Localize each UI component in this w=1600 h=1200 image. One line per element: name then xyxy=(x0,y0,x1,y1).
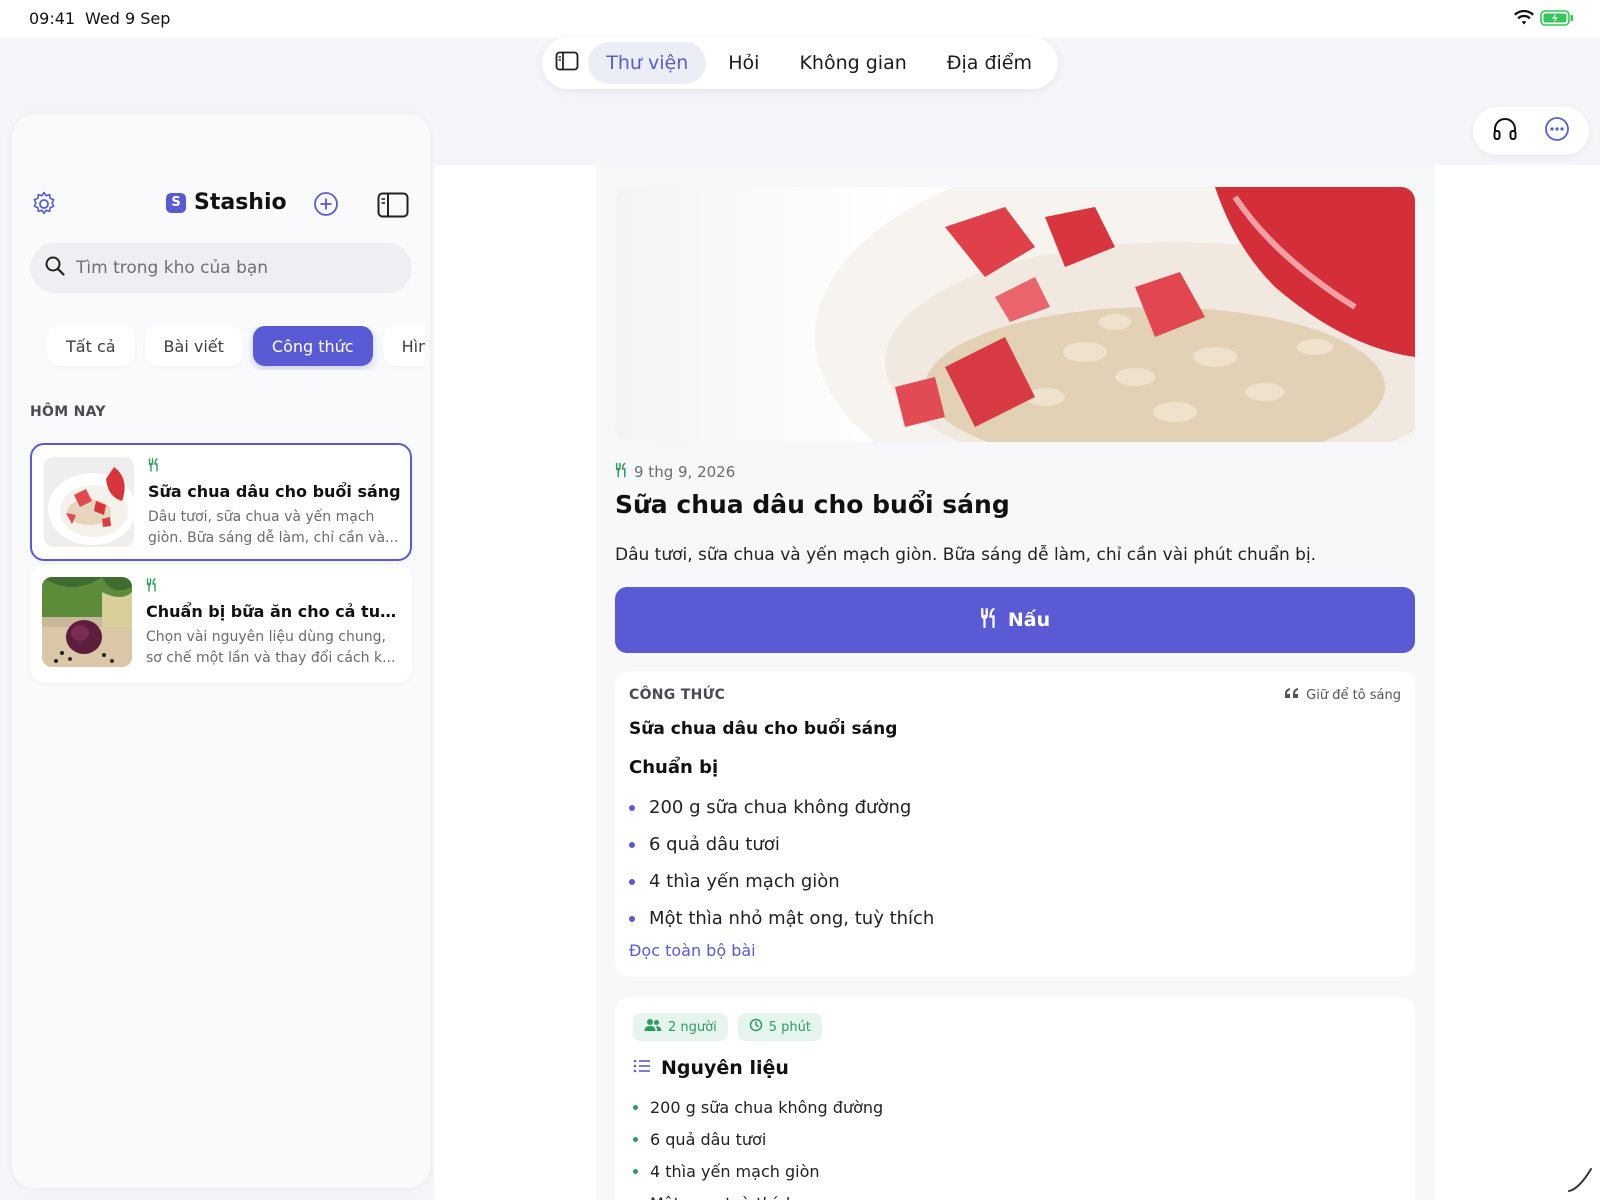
sidebar-icon xyxy=(377,192,409,218)
highlight-hint: Giữ để tô sáng xyxy=(1284,687,1401,703)
recipe-thumbnail xyxy=(44,457,134,547)
status-indicators xyxy=(1514,9,1574,30)
sidebar-toggle-button[interactable] xyxy=(550,43,584,83)
cook-button-label: Nấu xyxy=(1007,609,1051,631)
tab-ask[interactable]: Hỏi xyxy=(710,42,777,84)
utensils-icon xyxy=(146,577,158,596)
people-icon xyxy=(644,1018,662,1036)
add-button[interactable] xyxy=(312,190,340,222)
list-item: 200 g sữa chua không đường xyxy=(633,1091,883,1123)
battery-icon xyxy=(1540,10,1574,30)
filter-chips: Tất cả Bài viết Công thức Hình xyxy=(47,326,425,370)
plus-circle-icon xyxy=(314,192,338,216)
highlight-hint-text: Giữ để tô sáng xyxy=(1306,687,1401,703)
recipe-section-label: CÔNG THỨC xyxy=(629,687,726,703)
filter-images[interactable]: Hình xyxy=(382,326,425,366)
list-item-title: Sữa chua dâu cho buổi sáng xyxy=(148,482,401,501)
time-text: 5 phút xyxy=(768,1019,811,1035)
settings-button[interactable] xyxy=(30,190,58,222)
search-icon xyxy=(44,255,66,281)
servings-badge: 2 người xyxy=(633,1013,728,1041)
list-item-title: Chuẩn bị bữa ăn cho cả tuần xyxy=(146,602,402,621)
brand-logo-icon: S xyxy=(166,192,186,213)
utensils-icon xyxy=(148,457,160,476)
headphones-icon[interactable] xyxy=(1492,116,1518,146)
quote-icon xyxy=(1284,687,1300,703)
recipe-card: CÔNG THỨC Giữ để tô sáng Sữa chua dâu ch… xyxy=(615,671,1415,977)
list-item: 6 quả dâu tươi xyxy=(633,1123,883,1155)
top-navigation: Thư viện Hỏi Không gian Địa điểm xyxy=(542,37,1058,89)
ingredients-heading-text: Nguyên liệu xyxy=(661,1057,789,1079)
wifi-icon xyxy=(1514,9,1534,30)
recipe-title: Sữa chua dâu cho buổi sáng xyxy=(629,719,898,739)
recipe-meta: 9 thg 9, 2026 xyxy=(615,462,735,482)
section-label-today: HÔM NAY xyxy=(30,404,106,420)
collapse-sidebar-button[interactable] xyxy=(377,192,409,222)
list-item-description: Dâu tươi, sữa chua và yến mạch giòn. Bữa… xyxy=(148,509,399,546)
ingredients-card: 2 người 5 phút Nguyên liệu 200 g sữa chu… xyxy=(615,997,1415,1200)
hero-image xyxy=(615,187,1415,442)
ingredients-list: 200 g sữa chua không đường 6 quả dâu tươ… xyxy=(633,1091,883,1200)
list-item-text: Sữa chua dâu cho buổi sáng Dâu tươi, sữa… xyxy=(148,457,404,549)
sidebar-icon xyxy=(555,51,579,75)
preparation-list: 200 g sữa chua không đường 6 quả dâu tươ… xyxy=(629,789,934,937)
recipe-description: Dâu tươi, sữa chua và yến mạch giòn. Bữa… xyxy=(615,545,1317,565)
status-time: 09:41 xyxy=(29,9,76,28)
timer-icon xyxy=(749,1018,763,1036)
recipe-subheading: Chuẩn bị xyxy=(629,757,719,778)
servings-text: 2 người xyxy=(668,1019,717,1035)
cook-button[interactable]: Nấu xyxy=(615,587,1415,653)
brand-name: Stashio xyxy=(194,190,287,215)
list-item-text: Chuẩn bị bữa ăn cho cả tuần Chọn vài ngu… xyxy=(146,577,402,669)
list-item[interactable]: Sữa chua dâu cho buổi sáng Dâu tươi, sữa… xyxy=(30,443,412,561)
read-full-link[interactable]: Đọc toàn bộ bài xyxy=(629,941,756,960)
utensils-icon xyxy=(980,606,998,635)
gear-icon xyxy=(33,191,55,215)
list-item: 200 g sữa chua không đường xyxy=(629,789,934,826)
search-input[interactable] xyxy=(76,258,376,278)
filter-articles[interactable]: Bài viết xyxy=(144,326,243,366)
list-item: Một thìa nhỏ mật ong, tuỳ thích xyxy=(629,900,934,937)
status-bar: 09:41 Wed 9 Sep xyxy=(0,0,1600,38)
pencil-indicator-icon xyxy=(1565,1165,1595,1199)
more-icon[interactable] xyxy=(1544,116,1570,146)
time-badge: 5 phút xyxy=(737,1013,822,1041)
recipe-thumbnail xyxy=(42,577,132,667)
recipe-badges: 2 người 5 phút xyxy=(633,1013,822,1041)
brand: S Stashio xyxy=(166,190,287,215)
ingredients-heading: Nguyên liệu xyxy=(633,1057,789,1079)
filter-recipes[interactable]: Công thức xyxy=(252,326,373,366)
tab-spaces[interactable]: Không gian xyxy=(781,42,924,84)
recipe-date: 9 thg 9, 2026 xyxy=(634,463,736,481)
list-item-description: Chọn vài nguyên liệu dùng chung, sơ chế … xyxy=(146,629,396,666)
list-item: 6 quả dâu tươi xyxy=(629,826,934,863)
sidebar: S Stashio Tất cả Bài viết Công thức Hình… xyxy=(12,114,430,1188)
status-date: Wed 9 Sep xyxy=(85,9,171,28)
filter-all[interactable]: Tất cả xyxy=(47,326,135,366)
list-item[interactable]: Chuẩn bị bữa ăn cho cả tuần Chọn vài ngu… xyxy=(30,565,412,683)
top-right-actions xyxy=(1473,107,1589,155)
search-bar xyxy=(30,243,412,293)
tab-places[interactable]: Địa điểm xyxy=(929,42,1050,84)
list-item: 4 thìa yến mạch giòn xyxy=(629,863,934,900)
page-title: Sữa chua dâu cho buổi sáng xyxy=(615,490,1010,519)
utensils-icon xyxy=(615,462,628,482)
list-item: 4 thìa yến mạch giòn xyxy=(633,1155,883,1187)
list-item: Mật ong, tuỳ thích xyxy=(633,1187,883,1200)
tab-library[interactable]: Thư viện xyxy=(588,42,707,84)
list-icon xyxy=(633,1057,651,1079)
